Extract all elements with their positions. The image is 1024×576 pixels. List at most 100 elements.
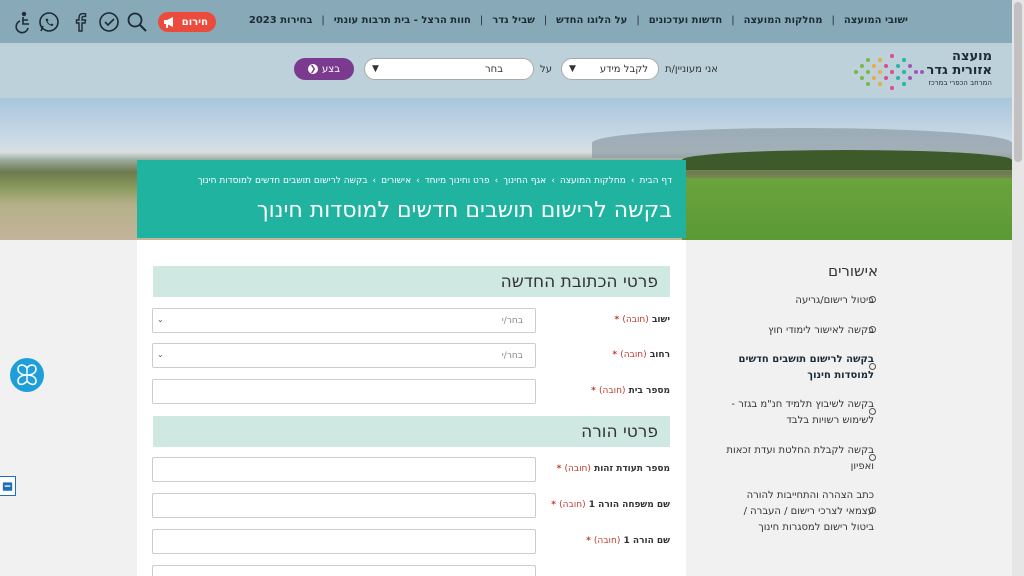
section-heading-parent: פרטי הורה (153, 416, 670, 447)
street-label: רחוב (חובה) * (612, 350, 670, 360)
go-button[interactable]: בצע ❮ (294, 58, 354, 80)
facebook-icon[interactable] (68, 9, 94, 35)
sidebar-item-independent-parent-declaration[interactable]: כתב הצהרה והתחייבות להורה עצמאי לצרכי רי… (724, 488, 874, 536)
nav-item-news[interactable]: חדשות ועדכונים (649, 15, 723, 26)
hero-treeline (682, 150, 1012, 170)
main-menu: ישובי המועצה | מחלקות המועצה | חדשות ועד… (249, 15, 908, 26)
emergency-button[interactable]: חירום (158, 12, 216, 32)
accessibility-widget-button[interactable] (10, 358, 44, 392)
top-navigation-bar: ישובי המועצה | מחלקות המועצה | חדשות ועד… (0, 0, 1012, 43)
page-scrollbar[interactable] (1012, 0, 1024, 576)
header-icons (10, 9, 150, 35)
street-placeholder: בחר/י (501, 350, 523, 361)
breadcrumb: דף הבית › מחלקות המועצה › אגף החינוך › פ… (198, 176, 672, 186)
chevron-left-icon: › (551, 176, 555, 186)
required-star: * (551, 500, 557, 510)
nav-separator: | (831, 15, 835, 26)
nav-item-elections[interactable]: בחירות 2023 (249, 15, 313, 26)
butterfly-icon (17, 364, 37, 386)
nav-item-new-logo[interactable]: על הלוגו החדש (556, 15, 627, 26)
service-clock-icon[interactable] (96, 9, 122, 35)
id-number-label: מספר תעודת זהות (חובה) * (557, 464, 670, 474)
hero-green-field (682, 178, 1012, 240)
nav-item-gedera-trail[interactable]: שביל גדר (492, 15, 535, 26)
logo-line-3: המרחב הכפרי במרכז (928, 79, 992, 87)
page-title: בקשה לרישום תושבים חדשים למוסדות חינוך (256, 198, 672, 223)
breadcrumb-special-ed[interactable]: פרט וחינוך מיוחד (425, 176, 490, 186)
id-number-input[interactable] (152, 457, 536, 482)
required-star: * (586, 536, 591, 546)
breadcrumb-approvals[interactable]: אישורים (381, 176, 411, 186)
required-marker: (חובה) (599, 386, 626, 396)
sidebar-item-new-residents-registration[interactable]: בקשה לרישום תושבים חדשים למוסדות חינוך (724, 352, 874, 384)
go-button-label: בצע (322, 63, 340, 75)
nav-separator: | (479, 15, 484, 26)
nav-item-departments[interactable]: מחלקות המועצה (744, 15, 823, 26)
parent1-lastname-input[interactable] (152, 493, 536, 518)
topic-value: בחר (485, 63, 503, 75)
required-marker: (חובה) (620, 350, 647, 360)
search-icon[interactable] (124, 9, 150, 35)
sidebar-item-external-studies[interactable]: בקשה לאישור לימודי חוץ (724, 323, 874, 339)
required-marker: (חובה) (593, 536, 621, 546)
breadcrumb-current: בקשה לרישום תושבים חדשים למוסדות חינוך (197, 176, 368, 186)
scrollbar-thumb[interactable] (1014, 2, 1022, 162)
whatsapp-icon[interactable] (36, 9, 62, 35)
chevron-down-icon: ⌄ (157, 315, 164, 324)
logo-line-1: מועצה (952, 49, 992, 64)
settlement-placeholder: בחר/י (501, 315, 523, 326)
parent1-firstname-input[interactable] (152, 529, 536, 554)
breadcrumb-departments[interactable]: מחלקות המועצה (560, 176, 626, 186)
breadcrumb-home[interactable]: דף הבית (639, 176, 672, 186)
parent1-lastname-label-text: שם משפחה הורה 1 (588, 500, 670, 510)
chevron-down-icon: ▼ (372, 64, 379, 74)
sidebar-item-cancel-registration[interactable]: ביטול רישום/גריעה (724, 293, 874, 309)
parent1-lastname-label: שם משפחה הורה 1 (חובה) * (551, 500, 670, 510)
required-star: * (614, 315, 620, 325)
accessibility-icon[interactable] (10, 9, 36, 35)
sidebar-item-special-ed-placement[interactable]: בקשה לשיבוץ תלמיד חנ"מ בגזר - לשימוש רשו… (724, 397, 874, 429)
logo-line-2: אזורית גדר (926, 63, 992, 78)
next-field-input[interactable] (152, 565, 536, 576)
required-star: * (556, 464, 562, 474)
house-number-input[interactable] (152, 379, 536, 404)
settlement-label: ישוב (חובה) * (615, 315, 671, 325)
required-marker: (חובה) (564, 464, 591, 474)
interested-label: אני מעוניין/ת (664, 64, 718, 75)
megaphone-icon (164, 17, 173, 28)
nav-separator: | (731, 15, 735, 26)
parent1-firstname-label: שם הורה 1 (חובה) * (586, 536, 670, 546)
street-label-text: רחוב (649, 350, 670, 360)
chevron-left-icon: › (372, 176, 377, 186)
chevron-left-icon: › (494, 176, 499, 186)
chat-side-tab[interactable] (0, 476, 16, 496)
street-select[interactable]: בחר/י ⌄ (152, 343, 536, 368)
nav-separator: | (543, 15, 548, 26)
house-number-label-text: מספר בית (628, 386, 670, 396)
info-type-value: לקבל מידע (599, 63, 648, 75)
id-number-label-text: מספר תעודת זהות (594, 464, 670, 474)
page-title-card: דף הבית › מחלקות המועצה › אגף החינוך › פ… (137, 160, 686, 238)
settlement-select[interactable]: בחר/י ⌄ (152, 308, 536, 333)
council-logo[interactable]: מועצה אזורית גדר המרחב הכפרי במרכז (852, 48, 992, 94)
required-marker: (חובה) (622, 315, 649, 325)
required-marker: (חובה) (559, 500, 586, 510)
required-star: * (591, 386, 596, 396)
sidebar-item-eligibility-committee[interactable]: בקשה לקבלת החלטת ועדת זכאות ואפיון (724, 443, 874, 475)
breadcrumb-education[interactable]: אגף החינוך (503, 176, 546, 186)
topic-select[interactable]: בחר ▼ (364, 58, 534, 80)
sidebar-title: אישורים (828, 262, 878, 280)
nav-item-settlements[interactable]: ישובי המועצה (844, 15, 908, 26)
nav-separator: | (321, 15, 325, 26)
settlement-label-text: ישוב (651, 315, 670, 325)
chevron-down-icon: ▼ (569, 64, 576, 74)
arrow-left-icon: ❮ (308, 64, 319, 74)
chat-icon (2, 482, 13, 491)
nav-item-herzl-farm[interactable]: חוות הרצל - בית תרבות עונתי (334, 15, 471, 26)
chevron-down-icon: ⌄ (157, 350, 164, 359)
on-label: על (540, 64, 552, 75)
section-heading-address: פרטי הכתובת החדשה (153, 266, 670, 297)
info-type-select[interactable]: לקבל מידע ▼ (561, 58, 659, 80)
nav-separator: | (636, 15, 640, 26)
chevron-left-icon: › (416, 176, 420, 186)
